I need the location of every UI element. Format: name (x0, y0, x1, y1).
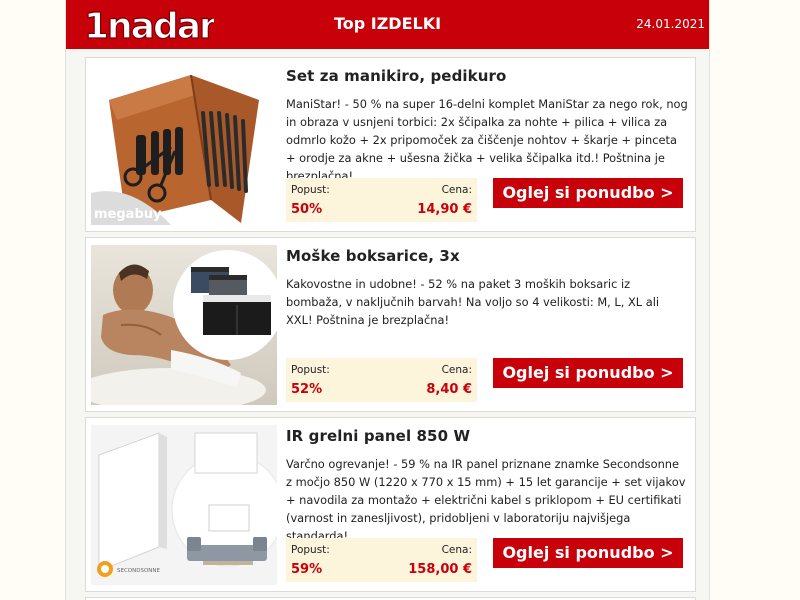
price-label: Cena: (441, 364, 472, 376)
product-title[interactable]: Set za manikiro, pedikuro (286, 67, 506, 85)
discount-label: Popust: (291, 364, 330, 376)
product-description: ManiStar! - 50 % na super 16-delni kompl… (286, 97, 688, 183)
discount-label: Popust: (291, 544, 330, 556)
megabuy-badge: megabuy (94, 207, 162, 222)
price-value: 158,00 € (408, 562, 472, 577)
product-card-ir-panel: SECONDSONNE IR grelni panel 850 W Varčno… (85, 417, 696, 592)
price-box: Popust: Cena: 52% 8,40 € (286, 358, 477, 402)
price-box: Popust: Cena: 59% 158,00 € (286, 538, 477, 582)
price-value: 14,90 € (417, 202, 472, 217)
product-card-manicure-set: megabuy Set za manikiro, pedikuro ManiSt… (85, 57, 696, 232)
product-description: Kakovostne in udobne! - 52 % na paket 3 … (286, 277, 660, 327)
price-label: Cena: (441, 544, 472, 556)
product-title[interactable]: IR grelni panel 850 W (286, 427, 470, 445)
secondsonne-badge: SECONDSONNE (117, 568, 161, 574)
discount-value: 59% (291, 562, 323, 577)
price-box: Popust: Cena: 50% 14,90 € (286, 178, 477, 222)
header-bar: 1nadan.si Top IZDELKI 24.01.2021 (66, 0, 709, 49)
newsletter-container: 1nadan.si Top IZDELKI 24.01.2021 (65, 0, 710, 600)
product-title[interactable]: Moške boksarice, 3x (286, 247, 460, 265)
newsletter-date: 24.01.2021 (636, 17, 705, 31)
view-offer-button[interactable]: Oglej si ponudbo > (493, 538, 683, 568)
product-card-boxers: Moške boksarice, 3x Kakovostne in udobne… (85, 237, 696, 412)
page-title: Top IZDELKI (333, 14, 442, 33)
product-image-manicure-set[interactable]: megabuy (91, 65, 277, 225)
discount-label: Popust: (291, 184, 330, 196)
product-image-ir-panel[interactable]: SECONDSONNE (91, 425, 277, 585)
view-offer-button[interactable]: Oglej si ponudbo > (493, 178, 683, 208)
product-description: Varčno ogrevanje! - 59 % na IR panel pri… (286, 457, 686, 543)
price-label: Cena: (441, 184, 472, 196)
discount-value: 50% (291, 202, 323, 217)
discount-value: 52% (291, 382, 323, 397)
price-value: 8,40 € (426, 382, 472, 397)
view-offer-button[interactable]: Oglej si ponudbo > (493, 358, 683, 388)
product-image-boxers[interactable] (91, 245, 277, 405)
